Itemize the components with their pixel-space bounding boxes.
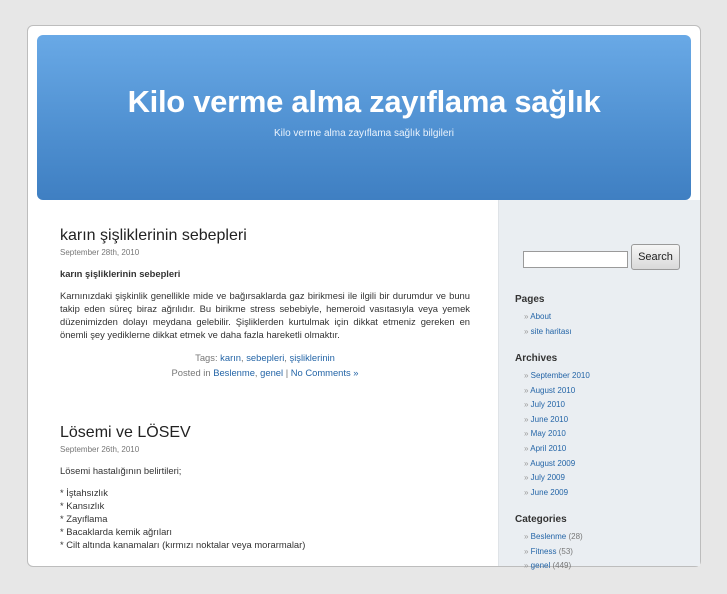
archive-link[interactable]: June 2010 xyxy=(531,415,568,424)
list-item: June 2009 xyxy=(524,486,590,501)
list-item: June 2010 xyxy=(524,413,590,428)
list-item: August 2009 xyxy=(524,457,590,472)
tag-link[interactable]: karın xyxy=(220,352,241,363)
post-date: September 28th, 2010 xyxy=(60,248,140,257)
meta-separator: | xyxy=(285,367,289,378)
list-item: Beslenme (28) xyxy=(524,530,583,545)
search-form: Search xyxy=(523,244,680,270)
archive-link[interactable]: August 2010 xyxy=(530,386,575,395)
category-count: (449) xyxy=(552,561,572,571)
categories-widget: Categories Beslenme (28) Fitness (53) ge… xyxy=(515,514,583,574)
archive-link[interactable]: May 2010 xyxy=(531,429,566,438)
category-count: (28) xyxy=(568,532,583,541)
page-link-about[interactable]: About xyxy=(530,312,551,321)
widget-title: Pages xyxy=(515,294,545,305)
tag-link[interactable]: şişliklerinin xyxy=(290,352,335,363)
widget-title: Archives xyxy=(515,353,558,364)
archive-link[interactable]: September 2010 xyxy=(531,371,590,380)
post-entry: karın şişliklerinin sebepleri Karnınızda… xyxy=(60,267,470,341)
symptom-item: * Bacaklarda kemik ağrıları xyxy=(60,526,173,537)
category-link[interactable]: genel xyxy=(531,561,551,570)
tags-label: Tags: xyxy=(195,352,218,363)
sidebar: Search Pages About site haritası Archive… xyxy=(498,200,700,570)
post-entry: Lösemi hastalığının belirtileri; * İştah… xyxy=(60,464,470,551)
symptom-item: * Zayıflama xyxy=(60,513,108,524)
symptom-item: * İştahsızlık xyxy=(60,487,108,498)
comments-link[interactable]: No Comments » xyxy=(291,367,359,378)
symptom-item: * Kansızlık xyxy=(60,500,105,511)
post: Lösemi ve LÖSEV September 26th, 2010 Lös… xyxy=(60,423,470,551)
site-description: Kilo verme alma zayıflama sağlık bilgile… xyxy=(273,128,455,139)
list-item: July 2010 xyxy=(524,398,590,413)
category-link[interactable]: Beslenme xyxy=(531,532,567,541)
post-meta: Tags: karın, sebepleri, şişliklerinin Po… xyxy=(171,352,359,378)
category-link[interactable]: Fitness xyxy=(531,547,557,556)
list-item: About xyxy=(524,310,572,325)
post-intro: karın şişliklerinin sebepleri xyxy=(60,268,181,279)
blog-header: Kilo verme alma zayıflama sağlık Kilo ve… xyxy=(37,35,691,200)
search-button[interactable]: Search xyxy=(631,244,680,270)
search-input[interactable] xyxy=(523,251,628,268)
category-count: (53) xyxy=(558,546,573,556)
category-link[interactable]: Beslenme xyxy=(213,367,255,378)
site-title[interactable]: Kilo verme alma zayıflama sağlık xyxy=(37,35,691,120)
tag-link[interactable]: sebepleri xyxy=(246,352,284,363)
main-content: karın şişliklerinin sebepleri September … xyxy=(60,226,470,594)
list-item: April 2010 xyxy=(524,442,590,457)
page-container: Kilo verme alma zayıflama sağlık Kilo ve… xyxy=(27,25,701,570)
list-item: site haritası xyxy=(524,325,572,340)
category-link[interactable]: genel xyxy=(260,367,283,378)
archive-link[interactable]: July 2009 xyxy=(531,473,565,482)
archive-link[interactable]: August 2009 xyxy=(530,459,575,468)
list-item: August 2010 xyxy=(524,384,590,399)
post-intro: Lösemi hastalığının belirtileri; xyxy=(60,465,182,476)
post: karın şişliklerinin sebepleri September … xyxy=(60,226,470,380)
page-link-sitemap[interactable]: site haritası xyxy=(531,327,572,336)
list-item: genel (449) xyxy=(524,559,583,574)
post-title[interactable]: karın şişliklerinin sebepleri xyxy=(60,226,470,246)
posted-in-label: Posted in xyxy=(171,367,211,378)
list-item: Fitness (53) xyxy=(524,545,583,560)
archive-link[interactable]: April 2010 xyxy=(530,444,566,453)
list-item: September 2010 xyxy=(524,369,590,384)
archive-link[interactable]: July 2010 xyxy=(531,400,565,409)
archives-widget: Archives September 2010 August 2010 July… xyxy=(515,353,590,500)
post-body: Karnınızdaki şişkinlik genellikle mide v… xyxy=(60,290,470,340)
pages-widget: Pages About site haritası xyxy=(515,294,572,339)
list-item: July 2009 xyxy=(524,471,590,486)
widget-title: Categories xyxy=(515,514,567,525)
post-date: September 26th, 2010 xyxy=(60,445,140,454)
post-title[interactable]: Lösemi ve LÖSEV xyxy=(60,423,470,443)
list-item: May 2010 xyxy=(524,427,590,442)
archive-link[interactable]: June 2009 xyxy=(531,488,568,497)
